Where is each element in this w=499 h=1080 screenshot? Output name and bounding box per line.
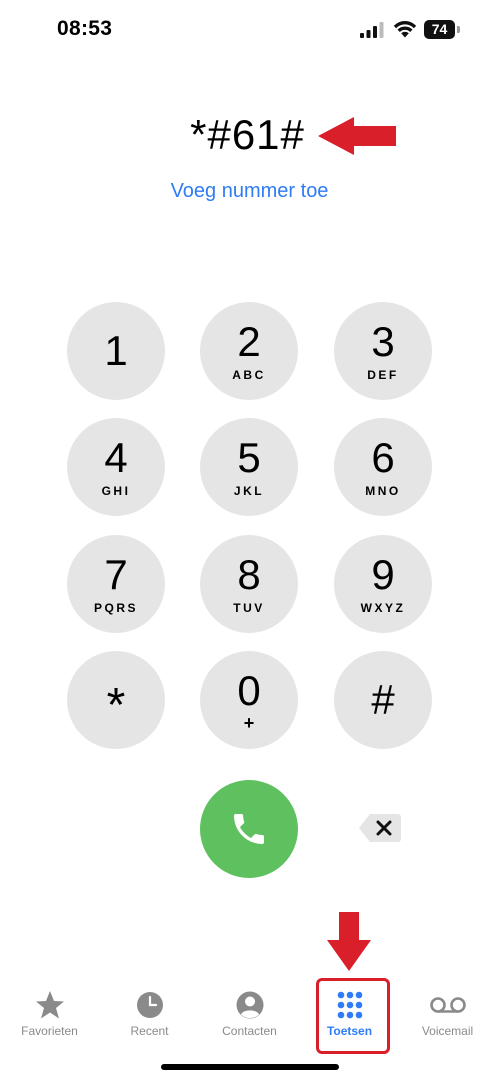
key-digit: 4 bbox=[104, 434, 128, 481]
key-digit: 3 bbox=[371, 318, 395, 365]
key-8[interactable]: 8 TUV bbox=[200, 535, 298, 633]
key-9[interactable]: 9 WXYZ bbox=[334, 535, 432, 633]
key-letters: MNO bbox=[365, 484, 401, 498]
star-icon bbox=[35, 991, 64, 1019]
tab-label: Recent bbox=[130, 1024, 169, 1038]
key-digit: * bbox=[106, 679, 126, 732]
key-digit: # bbox=[371, 676, 395, 723]
key-letters: PQRS bbox=[93, 601, 138, 615]
dialed-number: *#61# bbox=[190, 111, 305, 158]
add-number-link[interactable]: Voeg nummer toe bbox=[0, 180, 499, 203]
key-letters: GHI bbox=[101, 484, 131, 498]
person-icon bbox=[236, 991, 263, 1019]
annotation-arrow-left-icon bbox=[318, 117, 396, 155]
tab-bar: Favorieten Recent Contacten Toetsen Voic… bbox=[0, 982, 499, 1052]
home-indicator[interactable] bbox=[161, 1064, 339, 1070]
battery-level: 74 bbox=[424, 20, 455, 39]
key-digit: 7 bbox=[104, 551, 128, 598]
key-digit: 0 bbox=[237, 667, 261, 714]
dialed-number-display: *#61# bbox=[0, 111, 499, 159]
key-letters: JKL bbox=[233, 484, 265, 498]
tab-label: Voicemail bbox=[421, 1024, 474, 1038]
key-digit: 5 bbox=[237, 434, 261, 481]
key-letters: WXYZ bbox=[360, 601, 406, 615]
status-time: 08:53 bbox=[57, 17, 113, 40]
battery-cap bbox=[457, 26, 460, 33]
key-6[interactable]: 6 MNO bbox=[334, 418, 432, 516]
tab-voicemail[interactable]: Voicemail bbox=[398, 982, 497, 1038]
annotation-highlight-box bbox=[316, 978, 390, 1054]
key-digit: 2 bbox=[237, 318, 261, 365]
call-button[interactable] bbox=[200, 780, 298, 878]
annotation-arrow-down-icon bbox=[327, 912, 371, 971]
key-5[interactable]: 5 JKL bbox=[200, 418, 298, 516]
key-3[interactable]: 3 DEF bbox=[334, 302, 432, 400]
delete-backspace-icon[interactable] bbox=[358, 812, 402, 844]
key-digit: 6 bbox=[371, 434, 395, 481]
key-star[interactable]: * bbox=[67, 651, 165, 749]
phone-icon bbox=[234, 814, 264, 844]
key-letters: + bbox=[243, 713, 255, 733]
tab-label: Contacten bbox=[222, 1024, 277, 1038]
key-digit: 1 bbox=[104, 327, 128, 374]
key-digit: 9 bbox=[371, 551, 395, 598]
status-bar: 08:53 74 bbox=[0, 0, 499, 60]
key-letters: TUV bbox=[233, 601, 265, 615]
voicemail-icon bbox=[429, 997, 466, 1013]
key-4[interactable]: 4 GHI bbox=[67, 418, 165, 516]
key-digit: 8 bbox=[237, 551, 261, 598]
key-letters: ABC bbox=[232, 368, 266, 382]
tab-favorieten[interactable]: Favorieten bbox=[0, 982, 99, 1038]
cellular-signal-icon bbox=[360, 22, 384, 38]
clock-icon bbox=[136, 992, 163, 1018]
tab-recent[interactable]: Recent bbox=[100, 982, 199, 1038]
key-2[interactable]: 2 ABC bbox=[200, 302, 298, 400]
key-1[interactable]: 1 bbox=[67, 302, 165, 400]
key-hash[interactable]: # bbox=[334, 651, 432, 749]
battery-indicator: 74 bbox=[424, 20, 462, 39]
key-7[interactable]: 7 PQRS bbox=[67, 535, 165, 633]
key-letters: DEF bbox=[367, 368, 399, 382]
wifi-icon bbox=[393, 21, 417, 38]
tab-label: Favorieten bbox=[21, 1024, 78, 1038]
tab-contacten[interactable]: Contacten bbox=[200, 982, 299, 1038]
key-0[interactable]: 0 + bbox=[200, 651, 298, 749]
